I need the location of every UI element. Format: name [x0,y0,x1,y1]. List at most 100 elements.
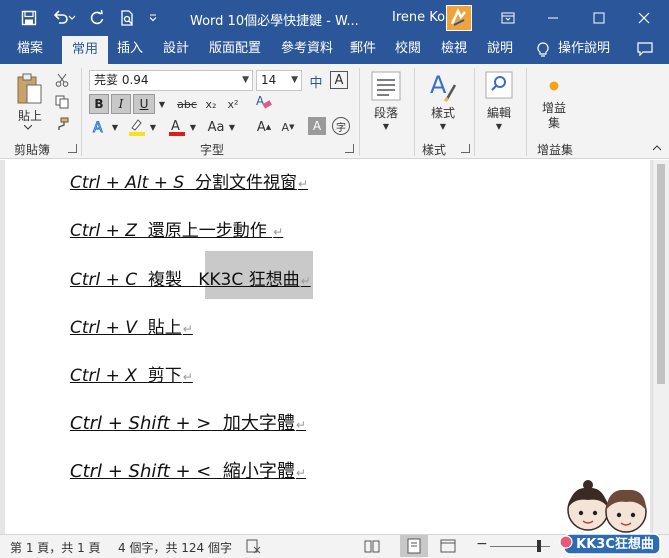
ribbon-display-icon[interactable] [497,7,519,29]
tab-review[interactable]: 校閱 [389,36,427,64]
user-avatar[interactable] [446,5,472,31]
format-painter-icon[interactable] [54,116,70,132]
bold-button[interactable]: B [89,94,109,114]
styles-icon[interactable]: A [426,70,460,104]
tell-me-search[interactable]: 操作說明 [556,36,612,64]
page-count[interactable]: 第 1 頁，共 1 頁 [10,539,101,556]
editing-button[interactable]: 編輯 [482,104,516,120]
save-icon[interactable] [18,7,40,29]
read-mode-icon[interactable] [364,538,380,557]
chevron-down-icon[interactable]: ▼ [380,120,392,132]
user-name[interactable]: Irene Ko [392,10,445,25]
proofing-icon[interactable] [245,538,261,557]
strikethrough-button[interactable]: abc [174,96,200,112]
maximize-icon[interactable] [588,7,610,29]
paragraph-button[interactable]: 段落 [368,104,404,120]
paste-button[interactable]: 貼上 [10,108,50,123]
shortcut-description: 分割文件視窗 [194,173,297,193]
font-name-box[interactable]: 芫荽 0.94 ▼ [89,70,253,91]
tab-mailings[interactable]: 郵件 [344,36,382,64]
shortcut-line[interactable]: Ctrl + Z 還原上一步動作 ↵ [70,216,283,241]
customize-qat-icon[interactable] [146,7,160,29]
editing-search-icon[interactable] [484,70,514,100]
paragraph-mark-icon: ↵ [300,274,311,288]
underline-dropdown-icon[interactable]: ▼ [156,96,168,112]
collapse-ribbon-icon[interactable] [651,142,663,154]
shrink-font-label: A [281,120,290,134]
addins-button[interactable]: 增益集 [542,100,566,132]
styles-launcher-icon[interactable] [461,144,470,153]
copy-icon[interactable] [54,94,70,110]
comments-icon[interactable] [632,36,658,64]
tab-file[interactable]: 檔案 [8,36,52,64]
grow-font-button[interactable]: A ▲ [255,118,273,136]
chevron-down-icon[interactable]: ▼ [437,120,449,132]
zoom-out-icon[interactable]: − [476,536,488,552]
shortcut-line[interactable]: Ctrl + C 複製 KK3C 狂想曲↵ [70,265,311,290]
word-count[interactable]: 4 個字，共 124 個字 [118,539,232,556]
document-title: Word 10個必學快捷鍵 - W... [190,14,359,29]
tab-help[interactable]: 說明 [481,36,519,64]
chevron-down-icon[interactable]: ▼ [148,120,158,134]
shortcut-line[interactable]: Ctrl + Shift + < 縮小字體↵ [70,457,306,483]
tab-home[interactable]: 常用 [62,36,108,64]
ribbon-tabs: 檔案 常用 插入 設計 版面配置 參考資料 郵件 校閱 檢視 說明 操作說明 [0,36,669,64]
paragraph-mark-icon: ↵ [295,466,306,480]
chevron-down-icon[interactable]: ▼ [227,120,237,134]
zoom-slider-thumb[interactable] [537,540,541,552]
tab-design[interactable]: 設計 [157,36,195,64]
underline-button[interactable]: U [133,94,155,114]
chevron-down-icon[interactable]: ▼ [291,71,298,90]
shortcut-line[interactable]: Ctrl + Shift + > 加大字體↵ [70,409,306,435]
chevron-down-icon[interactable]: ▼ [188,120,198,134]
clipboard-launcher-icon[interactable] [68,144,77,153]
web-layout-icon[interactable] [440,538,456,557]
close-icon[interactable] [633,7,655,29]
chevron-down-icon[interactable]: ▼ [110,120,120,134]
enclose-characters-button[interactable]: 字 [332,117,350,135]
character-border-button[interactable]: A [330,71,348,89]
print-preview-icon[interactable] [116,7,138,29]
chevron-down-icon[interactable]: ▼ [493,120,505,132]
group-divider [414,68,415,156]
tab-references[interactable]: 參考資料 [276,36,338,64]
group-divider [526,68,527,156]
styles-button[interactable]: 樣式 [424,104,462,120]
paragraph-icon[interactable] [370,70,402,102]
font-size-box[interactable]: 14 ▼ [256,70,302,91]
undo-dropdown-icon[interactable] [66,7,78,29]
clipboard-paste-icon[interactable] [12,70,46,108]
redo-icon[interactable] [86,7,108,29]
paste-dropdown-icon[interactable] [22,122,34,132]
character-shading-button[interactable]: A [308,117,326,135]
font-launcher-icon[interactable] [345,144,354,153]
tab-view[interactable]: 檢視 [435,36,473,64]
clear-formatting-icon[interactable]: A [254,92,274,112]
text-effects-icon[interactable]: A [90,117,110,137]
shortcut-line[interactable]: Ctrl + V 貼上↵ [70,313,193,338]
change-case-button[interactable]: Aa [205,119,227,135]
zoom-slider[interactable] [490,546,550,547]
addins-icon[interactable] [544,78,564,94]
chevron-down-icon[interactable]: ▼ [242,71,249,90]
tab-layout[interactable]: 版面配置 [204,36,266,64]
shortcut-keys: Ctrl + Alt + S [70,173,185,193]
tab-insert[interactable]: 插入 [112,36,148,64]
styles-group-label: 樣式 [422,143,447,157]
highlight-color-icon[interactable] [126,116,148,138]
subscript-button[interactable]: x₂ [202,96,220,112]
superscript-button[interactable]: x² [224,96,242,112]
phonetic-guide-button[interactable]: 中 [306,71,326,91]
shortcut-keys: Ctrl + X [70,366,137,386]
print-layout-icon[interactable] [400,535,428,557]
scrollbar-thumb[interactable] [657,164,665,384]
minimize-icon[interactable] [542,7,564,29]
shortcut-description: 還原上一步動作 [147,221,267,241]
cut-icon[interactable] [54,72,70,88]
addins-group-label: 增益集 [537,143,574,157]
italic-button[interactable]: I [111,94,131,114]
shortcut-line[interactable]: Ctrl + Alt + S 分割文件視窗↵ [70,168,308,193]
shortcut-line[interactable]: Ctrl + X 剪下↵ [70,361,193,386]
shrink-font-button[interactable]: A ▼ [279,118,297,136]
font-color-icon[interactable]: A [166,116,188,138]
